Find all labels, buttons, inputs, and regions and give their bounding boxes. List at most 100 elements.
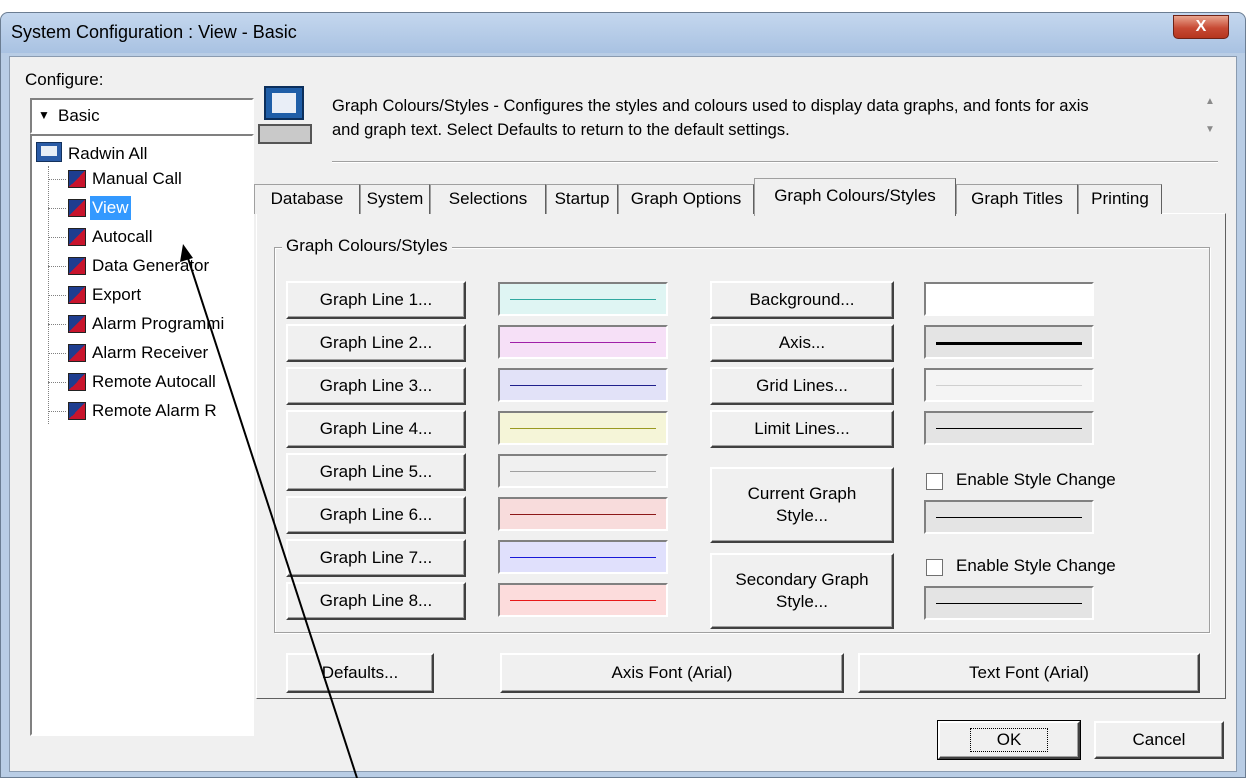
tab-startup[interactable]: Startup [546, 184, 618, 214]
radwin-app-icon [68, 315, 86, 333]
tree-item[interactable]: Remote Autocall [48, 370, 252, 394]
tree-item[interactable]: View [48, 196, 252, 220]
tab-selections[interactable]: Selections [430, 184, 546, 214]
swatch-line [936, 342, 1082, 345]
window-title: System Configuration : View - Basic [11, 22, 297, 42]
computer-icon [258, 86, 312, 148]
graph-line-button[interactable]: Graph Line 7... [286, 539, 466, 577]
radwin-app-icon [68, 170, 86, 188]
tree-item[interactable]: Export [48, 283, 252, 307]
description-line: and graph text. Select Defaults to retur… [332, 121, 790, 139]
enable-style-change-checkbox[interactable] [926, 559, 943, 576]
graph-line-button[interactable]: Graph Line 3... [286, 367, 466, 405]
tab-system[interactable]: System [360, 184, 430, 214]
close-button[interactable]: X [1173, 15, 1229, 39]
graph-line-swatch [498, 368, 668, 402]
swatch-line [510, 557, 656, 558]
tab-printing[interactable]: Printing [1078, 184, 1162, 214]
secondary-graph-style-line1: Secondary Graph [735, 570, 869, 589]
current-graph-style-line1: Current Graph [747, 484, 857, 503]
tree-item[interactable]: Data Generator [48, 254, 252, 278]
secondary-graph-style-button[interactable]: Secondary Graph Style... [710, 553, 894, 629]
tree-item[interactable]: Alarm Programmi [48, 312, 252, 336]
style-swatch [924, 368, 1094, 402]
axis-button[interactable]: Axis... [710, 324, 894, 362]
radwin-app-icon [68, 344, 86, 362]
graph-line-swatch [498, 325, 668, 359]
description-line: Graph Colours/Styles - Configures the st… [332, 97, 1089, 115]
configure-label: Configure: [25, 70, 104, 89]
module-tree[interactable]: Radwin All Manual Call View Autocall Data G… [30, 134, 254, 736]
tree-connector [48, 179, 66, 180]
title-bar[interactable]: System Configuration : View - Basic X [1, 13, 1245, 53]
secondary-style-swatch [924, 586, 1094, 620]
grid-lines-button[interactable]: Grid Lines... [710, 367, 894, 405]
graph-line-swatch [498, 583, 668, 617]
graph-line-button[interactable]: Graph Line 8... [286, 582, 466, 620]
style-swatch [924, 325, 1094, 359]
tab-graph-colours-styles[interactable]: Graph Colours/Styles [754, 178, 956, 216]
scroll-down-icon[interactable]: ▼ [1205, 124, 1215, 135]
graph-line-swatch [498, 497, 668, 531]
tree-root-label[interactable]: Radwin All [68, 144, 147, 164]
tree-item[interactable]: Manual Call [48, 167, 252, 191]
style-swatch [924, 411, 1094, 445]
triangle-down-icon[interactable]: ▼ [38, 108, 50, 122]
axis-font-button[interactable]: Axis Font (Arial) [500, 653, 844, 693]
computer-icon [36, 142, 62, 162]
radwin-app-icon [68, 373, 86, 391]
graph-line-button[interactable]: Graph Line 5... [286, 453, 466, 491]
close-icon: X [1195, 18, 1207, 35]
tree-item-label: Data Generator [92, 256, 210, 275]
tree-item-label: Remote Alarm R [92, 401, 217, 420]
enable-style-change-checkbox[interactable] [926, 473, 943, 490]
limit-lines-button[interactable]: Limit Lines... [710, 410, 894, 448]
graph-line-swatch [498, 411, 668, 445]
swatch-line [936, 385, 1082, 386]
configure-dropdown-value: Basic [58, 106, 100, 125]
tree-connector [48, 382, 66, 383]
swatch-line [510, 471, 656, 472]
tab-graph-options[interactable]: Graph Options [618, 184, 754, 214]
tree-item[interactable]: Autocall [48, 225, 252, 249]
graph-line-swatch [498, 540, 668, 574]
tree-connector [48, 266, 66, 267]
graph-line-swatch [498, 454, 668, 488]
swatch-line [510, 385, 656, 386]
tree-item-label: Autocall [92, 227, 153, 246]
swatch-line [510, 299, 656, 300]
graph-line-swatch [498, 282, 668, 316]
enable-style-change-label[interactable]: Enable Style Change [956, 556, 1116, 576]
tree-item-label: View [90, 196, 131, 220]
cancel-button[interactable]: Cancel [1094, 721, 1224, 759]
graph-line-button[interactable]: Graph Line 1... [286, 281, 466, 319]
tree-connector [48, 324, 66, 325]
tree-item[interactable]: Alarm Receiver [48, 341, 252, 365]
tree-connector [48, 237, 66, 238]
current-style-swatch [924, 500, 1094, 534]
secondary-graph-style-line2: Style... [776, 592, 828, 611]
tree-item[interactable]: Remote Alarm R [48, 399, 252, 423]
tree-item-label: Alarm Programmi [92, 314, 225, 333]
tab-database[interactable]: Database [254, 184, 360, 214]
swatch-line [510, 342, 656, 343]
configure-dropdown[interactable]: ▼ Basic [30, 98, 254, 134]
scroll-up-icon[interactable]: ▲ [1205, 96, 1215, 107]
graph-line-button[interactable]: Graph Line 6... [286, 496, 466, 534]
current-graph-style-button[interactable]: Current Graph Style... [710, 467, 894, 543]
radwin-app-icon [68, 228, 86, 246]
tree-item-label: Remote Autocall [92, 372, 216, 391]
ok-button[interactable]: OK [937, 720, 1081, 760]
tree-item-label: Alarm Receiver [92, 343, 209, 362]
graph-line-button[interactable]: Graph Line 2... [286, 324, 466, 362]
text-font-button[interactable]: Text Font (Arial) [858, 653, 1200, 693]
defaults-button[interactable]: Defaults... [286, 653, 434, 693]
background-button[interactable]: Background... [710, 281, 894, 319]
swatch-line [936, 428, 1082, 429]
radwin-app-icon [68, 286, 86, 304]
tab-graph-titles[interactable]: Graph Titles [956, 184, 1078, 214]
graph-line-button[interactable]: Graph Line 4... [286, 410, 466, 448]
tree-connector [48, 208, 66, 209]
enable-style-change-label[interactable]: Enable Style Change [956, 470, 1116, 490]
swatch-line [510, 514, 656, 515]
